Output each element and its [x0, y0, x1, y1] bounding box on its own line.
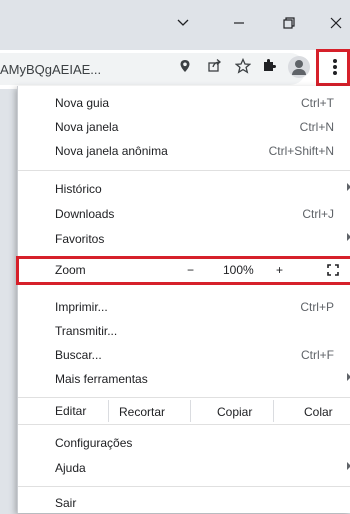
- menu-item-settings[interactable]: Configurações: [18, 432, 350, 454]
- menu-item-label: Nova janela anônima: [55, 144, 168, 158]
- menu-item-cast[interactable]: Transmitir...: [18, 320, 350, 342]
- edit-label: Editar: [55, 404, 87, 418]
- menu-item-bookmarks[interactable]: Favoritos: [18, 228, 350, 250]
- menu-item-help[interactable]: Ajuda: [18, 457, 350, 479]
- menu-item-shortcut: Ctrl+J: [302, 207, 334, 221]
- copy-button[interactable]: Copiar: [217, 404, 252, 420]
- minimize-icon[interactable]: [229, 15, 249, 35]
- menu-item-shortcut: Ctrl+F: [301, 348, 334, 362]
- share-icon[interactable]: [203, 58, 225, 80]
- menu-item-downloads[interactable]: Downloads Ctrl+J: [18, 203, 350, 225]
- edit-divider: [108, 400, 109, 422]
- menu-item-label: Transmitir...: [55, 324, 118, 338]
- title-bar: [0, 0, 350, 50]
- paste-button[interactable]: Colar: [304, 404, 333, 420]
- menu-item-history[interactable]: Histórico: [18, 178, 350, 200]
- chrome-menu: Nova guia Ctrl+T Nova janela Ctrl+N Nova…: [16, 86, 350, 514]
- menu-row-edit: Editar: [18, 400, 350, 422]
- edit-divider: [190, 400, 191, 422]
- chevron-down-icon[interactable]: [173, 15, 193, 35]
- menu-button-highlight: [316, 49, 350, 86]
- menu-item-label: Configurações: [55, 436, 133, 450]
- menu-item-shortcut: Ctrl+P: [300, 300, 334, 314]
- menu-item-new-window[interactable]: Nova janela Ctrl+N: [18, 116, 350, 138]
- star-icon[interactable]: [232, 57, 254, 80]
- menu-item-new-tab[interactable]: Nova guia Ctrl+T: [18, 92, 350, 114]
- profile-icon[interactable]: [288, 56, 310, 78]
- extensions-icon[interactable]: [257, 58, 279, 80]
- menu-item-exit[interactable]: Sair: [18, 492, 350, 514]
- cut-button[interactable]: Recortar: [119, 404, 165, 420]
- restore-icon[interactable]: [279, 15, 299, 35]
- menu-item-shortcut: Ctrl+T: [301, 96, 334, 110]
- url-text[interactable]: AMyBQgAEIAE...: [0, 62, 101, 77]
- menu-item-more-tools[interactable]: Mais ferramentas: [18, 368, 350, 390]
- location-pin-icon[interactable]: [174, 58, 196, 80]
- menu-divider: [18, 170, 350, 171]
- zoom-highlight: [16, 256, 350, 285]
- menu-divider: [18, 397, 350, 398]
- menu-item-label: Nova janela: [55, 120, 119, 134]
- menu-item-incognito-window[interactable]: Nova janela anônima Ctrl+Shift+N: [18, 140, 350, 162]
- menu-item-label: Ajuda: [55, 461, 86, 475]
- menu-item-label: Sair: [55, 496, 77, 510]
- menu-item-label: Mais ferramentas: [55, 372, 148, 386]
- menu-item-find[interactable]: Buscar... Ctrl+F: [18, 344, 350, 366]
- edit-divider: [273, 400, 274, 422]
- menu-item-print[interactable]: Imprimir... Ctrl+P: [18, 296, 350, 318]
- menu-item-shortcut: Ctrl+N: [299, 120, 334, 134]
- menu-item-label: Histórico: [55, 182, 102, 196]
- menu-item-label: Downloads: [55, 207, 115, 221]
- menu-divider: [18, 424, 350, 425]
- menu-item-label: Favoritos: [55, 232, 105, 246]
- close-icon[interactable]: [326, 15, 346, 35]
- menu-divider: [18, 486, 350, 487]
- menu-item-label: Buscar...: [55, 348, 102, 362]
- menu-item-shortcut: Ctrl+Shift+N: [268, 144, 334, 158]
- menu-item-label: Imprimir...: [55, 300, 108, 314]
- menu-item-label: Nova guia: [55, 96, 110, 110]
